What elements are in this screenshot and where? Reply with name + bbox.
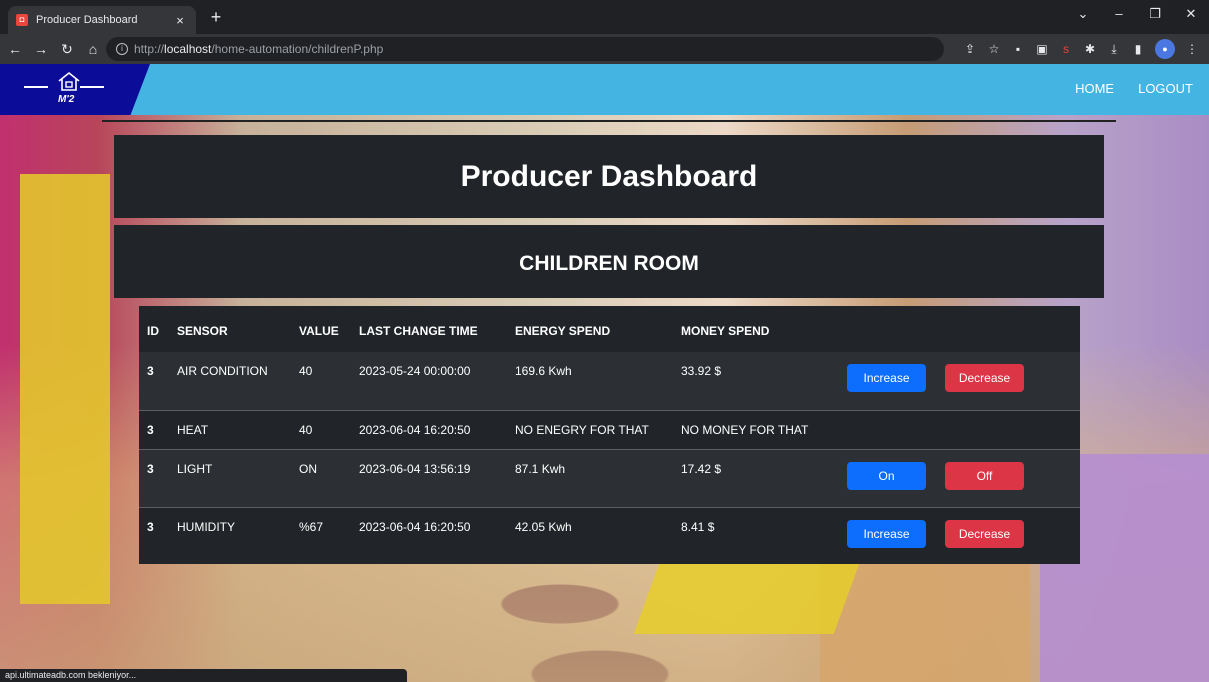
download-icon[interactable]: ⤓ <box>1107 42 1121 56</box>
cell-sensor: HUMIDITY <box>169 506 291 564</box>
cell-energy: 87.1 Kwh <box>507 448 673 507</box>
cell-actions: On Off <box>839 448 1080 507</box>
nav-home-link[interactable]: HOME <box>1075 81 1114 96</box>
cell-energy: 169.6 Kwh <box>507 352 673 410</box>
cell-actions: Increase Decrease <box>839 352 1080 410</box>
cell-value: 40 <box>291 352 351 410</box>
site-info-icon[interactable]: i <box>116 43 128 55</box>
increase-button[interactable]: Increase <box>847 519 926 548</box>
cell-time: 2023-06-04 16:20:50 <box>351 506 507 564</box>
home-icon[interactable]: ⌂ <box>82 41 104 57</box>
reload-icon[interactable]: ↻ <box>56 41 78 58</box>
room-title: CHILDREN ROOM <box>519 252 699 275</box>
logo[interactable]: M'2 <box>0 64 150 115</box>
profile-avatar[interactable]: ● <box>1155 39 1175 59</box>
column-header-value: VALUE <box>299 324 339 338</box>
table-row: 3 LIGHT ON 2023-06-04 13:56:19 87.1 Kwh … <box>139 448 1080 507</box>
table-header-row: ID SENSOR VALUE LAST CHANGE TIME ENERGY … <box>139 306 1080 352</box>
column-header-id: ID <box>147 324 159 338</box>
url-text: http://localhost/home-automation/childre… <box>134 42 384 56</box>
restore-icon[interactable]: ❐ <box>1147 6 1163 22</box>
close-tab-icon[interactable]: × <box>172 13 188 28</box>
window-controls: ⌄ – ❐ ✕ <box>1075 6 1199 22</box>
decrease-button[interactable]: Decrease <box>945 364 1024 392</box>
cell-sensor: LIGHT <box>169 448 291 507</box>
back-icon[interactable]: ← <box>4 41 26 57</box>
table-row: 3 HUMIDITY %67 2023-06-04 16:20:50 42.05… <box>139 506 1080 564</box>
cell-money: 33.92 $ <box>673 352 839 410</box>
logo-text: M'2 <box>58 94 75 105</box>
puzzle-icon[interactable]: ✱ <box>1083 42 1097 56</box>
cell-energy: NO ENEGRY FOR THAT <box>507 409 673 449</box>
new-tab-button[interactable]: + <box>205 6 227 28</box>
cell-id: 3 <box>139 506 169 564</box>
cell-money: 8.41 $ <box>673 506 839 564</box>
column-header-money: MONEY SPEND <box>681 324 770 338</box>
cell-id: 3 <box>139 448 169 507</box>
column-header-time: LAST CHANGE TIME <box>359 324 478 338</box>
extension-icon[interactable]: ▣ <box>1035 42 1049 56</box>
increase-button[interactable]: Increase <box>847 364 926 392</box>
sidepanel-icon[interactable]: ▮ <box>1131 42 1145 56</box>
forward-icon[interactable]: → <box>30 41 52 57</box>
extension-icons: ⇪ ☆ ▪ ▣ s ✱ ⤓ ▮ ● ⋮ <box>963 39 1199 59</box>
cell-sensor: HEAT <box>169 409 291 449</box>
cell-money: 17.42 $ <box>673 448 839 507</box>
page-background: M'2 HOME LOGOUT Producer Dashboard CHILD… <box>0 64 1209 682</box>
browser-toolbar: ← → ↻ ⌂ i http://localhost/home-automati… <box>0 34 1209 64</box>
table-row: 3 AIR CONDITION 40 2023-05-24 00:00:00 1… <box>139 352 1080 410</box>
cell-money: NO MONEY FOR THAT <box>673 409 839 449</box>
column-header-actions <box>839 306 1080 352</box>
column-header-energy: ENERGY SPEND <box>515 324 611 338</box>
page-title: Producer Dashboard <box>460 160 758 193</box>
decrease-button[interactable]: Decrease <box>945 519 1024 548</box>
cell-value: %67 <box>291 506 351 564</box>
status-bar: api.ultimateadb.com bekleniyor... <box>0 669 407 682</box>
close-window-icon[interactable]: ✕ <box>1183 6 1199 22</box>
cell-time: 2023-06-04 16:20:50 <box>351 409 507 449</box>
tab-title: Producer Dashboard <box>36 14 138 26</box>
on-button[interactable]: On <box>847 461 926 490</box>
bookmark-star-icon[interactable]: ☆ <box>987 42 1001 56</box>
nav-links: HOME LOGOUT <box>1075 81 1193 96</box>
browser-tab-bar: ◘ Producer Dashboard × + ⌄ – ❐ ✕ <box>0 0 1209 34</box>
tab-search-icon[interactable]: ⌄ <box>1075 6 1091 22</box>
cell-id: 3 <box>139 409 169 449</box>
address-bar[interactable]: i http://localhost/home-automation/child… <box>106 37 944 61</box>
off-button[interactable]: Off <box>945 461 1024 490</box>
cell-sensor: AIR CONDITION <box>169 352 291 410</box>
browser-tab[interactable]: ◘ Producer Dashboard × <box>8 6 196 34</box>
cell-value: ON <box>291 448 351 507</box>
site-navbar: M'2 HOME LOGOUT <box>0 64 1209 115</box>
cell-value: 40 <box>291 409 351 449</box>
column-header-sensor: SENSOR <box>177 324 228 338</box>
minimize-icon[interactable]: – <box>1111 6 1127 22</box>
cell-energy: 42.05 Kwh <box>507 506 673 564</box>
extension-icon[interactable]: s <box>1059 42 1073 56</box>
extension-icon[interactable]: ▪ <box>1011 42 1025 56</box>
logo-lines <box>24 86 104 88</box>
room-title-panel: CHILDREN ROOM <box>114 225 1104 298</box>
favicon-icon: ◘ <box>16 14 28 26</box>
nav-logout-link[interactable]: LOGOUT <box>1138 81 1193 96</box>
menu-kebab-icon[interactable]: ⋮ <box>1185 42 1199 56</box>
cell-actions <box>839 409 1080 449</box>
cell-time: 2023-05-24 00:00:00 <box>351 352 507 410</box>
cell-time: 2023-06-04 13:56:19 <box>351 448 507 507</box>
cell-actions: Increase Decrease <box>839 506 1080 564</box>
cell-id: 3 <box>139 352 169 410</box>
sensor-table: ID SENSOR VALUE LAST CHANGE TIME ENERGY … <box>139 306 1080 564</box>
share-icon[interactable]: ⇪ <box>963 42 977 56</box>
page-title-panel: Producer Dashboard <box>114 135 1104 218</box>
table-row: 3 HEAT 40 2023-06-04 16:20:50 NO ENEGRY … <box>139 409 1080 449</box>
room-image-shelf <box>20 174 110 604</box>
divider <box>102 120 1116 122</box>
house-logo-icon <box>58 71 80 91</box>
